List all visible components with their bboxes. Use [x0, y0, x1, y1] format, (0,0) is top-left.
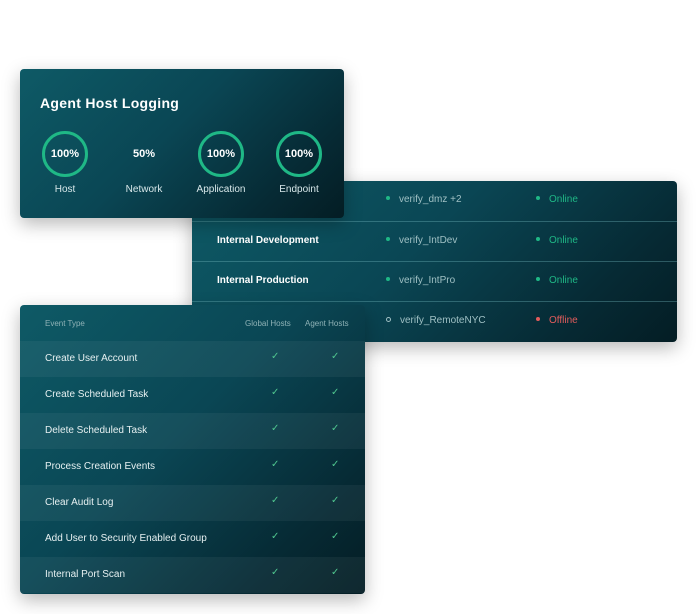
check-icon: ✓: [271, 387, 280, 398]
environment-name: Internal Production: [217, 275, 309, 286]
check-icon: ✓: [271, 531, 280, 542]
host-dot-icon: [386, 237, 390, 242]
column-header-agent-hosts[interactable]: Agent Hosts: [305, 319, 349, 328]
agent-host-logging-panel: Agent Host Logging 100% Host 50% Network…: [20, 69, 344, 218]
host-group-label: verify_IntDev: [399, 235, 458, 246]
event-name: Internal Port Scan: [45, 569, 126, 580]
table-row[interactable]: Add User to Security Enabled Group ✓ ✓: [20, 521, 365, 557]
status-dot-icon: [536, 277, 540, 282]
status-dot-icon: [536, 196, 540, 201]
host-group-label: verify_dmz +2: [399, 194, 462, 205]
status-label: Offline: [549, 315, 578, 326]
event-name: Create User Account: [45, 353, 138, 364]
gauge-host: 100% Host: [20, 131, 110, 195]
environment-name: Internal Development: [217, 235, 319, 246]
host-group: verify_IntDev: [386, 235, 457, 246]
progress-ring-icon: 50%: [121, 131, 167, 177]
check-icon: ✓: [331, 423, 340, 434]
gauge-value: 100%: [284, 148, 314, 160]
host-group-label: verify_RemoteNYC: [400, 315, 486, 326]
check-icon: ✓: [271, 567, 280, 578]
check-icon: ✓: [331, 531, 340, 542]
table-row[interactable]: Delete Scheduled Task ✓ ✓: [20, 413, 365, 449]
event-type-table: Event Type Global Hosts Agent Hosts Crea…: [20, 305, 365, 594]
status-indicator: Online: [536, 275, 578, 286]
gauge-endpoint: 100% Endpoint: [254, 131, 344, 195]
table-header: Event Type Global Hosts Agent Hosts: [20, 305, 365, 341]
environment-row[interactable]: Internal Production verify_IntPro Online: [192, 261, 677, 301]
event-name: Process Creation Events: [45, 461, 156, 472]
check-icon: ✓: [271, 423, 280, 434]
status-label: Online: [549, 275, 578, 286]
host-dot-icon: [386, 316, 391, 322]
status-dot-icon: [536, 237, 540, 242]
check-icon: ✓: [331, 351, 340, 362]
table-row[interactable]: Create User Account ✓ ✓: [20, 341, 365, 377]
table-row[interactable]: Create Scheduled Task ✓ ✓: [20, 377, 365, 413]
gauge-value: 100%: [50, 148, 80, 160]
gauge-application: 100% Application: [176, 131, 266, 195]
column-header-event-type[interactable]: Event Type: [45, 319, 85, 328]
check-icon: ✓: [271, 495, 280, 506]
progress-ring-icon: 100%: [42, 131, 88, 177]
host-dot-icon: [386, 277, 390, 282]
panel-title: Agent Host Logging: [40, 95, 180, 111]
table-row[interactable]: Process Creation Events ✓ ✓: [20, 449, 365, 485]
column-header-global-hosts[interactable]: Global Hosts: [245, 319, 291, 328]
progress-ring-icon: 100%: [276, 131, 322, 177]
event-name: Clear Audit Log: [45, 497, 114, 508]
host-group-label: verify_IntPro: [399, 275, 456, 286]
gauge-label: Endpoint: [279, 184, 319, 195]
status-indicator: Offline: [536, 315, 578, 326]
progress-ring-icon: 100%: [198, 131, 244, 177]
status-dot-icon: [536, 317, 540, 322]
check-icon: ✓: [271, 351, 280, 362]
check-icon: ✓: [331, 495, 340, 506]
gauge-label: Application: [196, 184, 246, 195]
status-label: Online: [549, 235, 578, 246]
gauge-value: 100%: [206, 148, 236, 160]
status-label: Online: [549, 194, 578, 205]
host-group: verify_RemoteNYC: [386, 315, 486, 326]
event-name: Create Scheduled Task: [45, 389, 149, 400]
event-name: Delete Scheduled Task: [45, 425, 148, 436]
gauge-value: 50%: [132, 148, 156, 160]
table-row[interactable]: Clear Audit Log ✓ ✓: [20, 485, 365, 521]
host-group: verify_dmz +2: [386, 194, 462, 205]
table-row[interactable]: Internal Port Scan ✓ ✓: [20, 557, 365, 593]
host-group: verify_IntPro: [386, 275, 455, 286]
environment-row[interactable]: Internal Development verify_IntDev Onlin…: [192, 221, 677, 261]
check-icon: ✓: [331, 459, 340, 470]
host-dot-icon: [386, 196, 390, 201]
status-indicator: Online: [536, 235, 578, 246]
event-name: Add User to Security Enabled Group: [45, 533, 207, 544]
check-icon: ✓: [331, 387, 340, 398]
status-indicator: Online: [536, 194, 578, 205]
check-icon: ✓: [331, 567, 340, 578]
stage: verify_dmz +2 Online Internal Developmen…: [0, 0, 700, 614]
gauge-label: Host: [54, 184, 76, 195]
check-icon: ✓: [271, 459, 280, 470]
